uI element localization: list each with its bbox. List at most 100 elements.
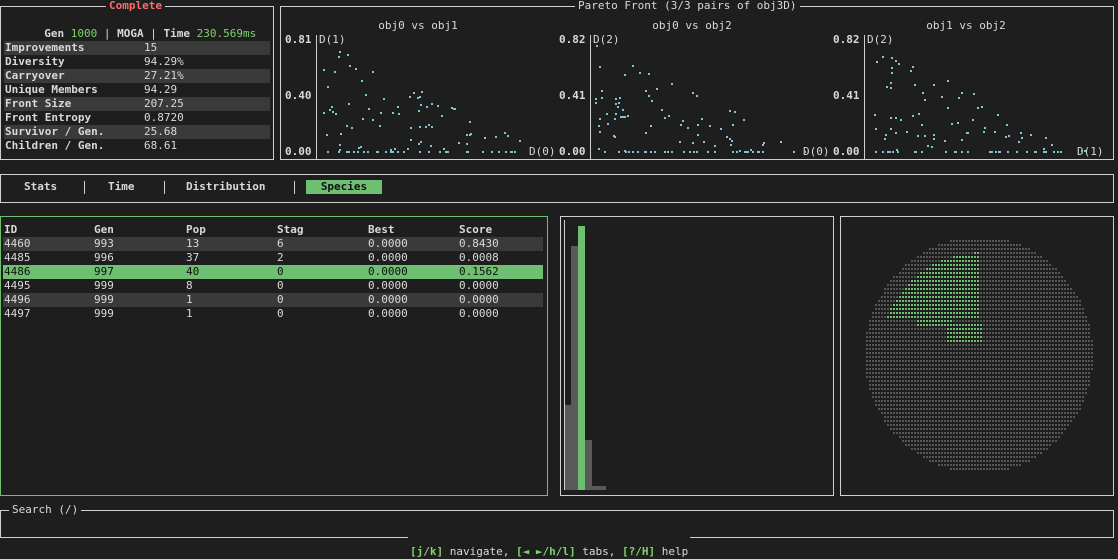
population-cell (1076, 384, 1078, 386)
population-cell (890, 428, 892, 430)
pareto-point (498, 151, 501, 153)
population-cell (992, 372, 994, 374)
population-cell (1040, 332, 1042, 334)
population-cell (896, 300, 898, 302)
population-cell (884, 396, 886, 398)
population-cell (965, 320, 967, 322)
population-cell (1004, 464, 1006, 466)
population-cell (1022, 332, 1024, 334)
population-cell (965, 356, 967, 358)
population-cell (935, 312, 937, 314)
column-header-pop[interactable]: Pop (186, 223, 206, 236)
population-cell (953, 260, 955, 262)
column-header-gen[interactable]: Gen (94, 223, 114, 236)
population-cell (932, 284, 934, 286)
population-cell (965, 340, 967, 342)
population-cell (1031, 296, 1033, 298)
population-cell (989, 392, 991, 394)
pareto-point (972, 119, 975, 122)
population-cell (917, 312, 919, 314)
population-cell (923, 456, 925, 458)
population-cell (941, 368, 943, 370)
population-cell (1049, 416, 1051, 418)
population-cell (926, 312, 928, 314)
population-cell (1004, 256, 1006, 258)
population-cell (1055, 328, 1057, 330)
population-cell (995, 300, 997, 302)
population-cell (1019, 336, 1021, 338)
population-cell (1034, 432, 1036, 434)
pareto-point (606, 113, 609, 115)
population-cell (1019, 460, 1021, 462)
population-cell (1028, 460, 1030, 462)
pareto-point (465, 151, 468, 153)
population-cell (1049, 440, 1051, 442)
population-cell (1034, 364, 1036, 366)
tab-species[interactable]: Species (306, 180, 382, 194)
population-cell (995, 268, 997, 270)
population-cell (878, 356, 880, 358)
population-cell (1013, 444, 1015, 446)
population-cell (1025, 288, 1027, 290)
population-cell (956, 412, 958, 414)
population-cell (1040, 288, 1042, 290)
population-cell (1016, 404, 1018, 406)
population-cell (920, 276, 922, 278)
population-cell (941, 408, 943, 410)
population-cell (1025, 420, 1027, 422)
table-cell: 6 (277, 237, 284, 250)
column-header-score[interactable]: Score (459, 223, 492, 236)
population-cell (1076, 344, 1078, 346)
population-cell (881, 396, 883, 398)
population-cell (974, 448, 976, 450)
pareto-point (905, 130, 908, 133)
column-header-best[interactable]: Best (368, 223, 395, 236)
table-row[interactable]: 4485 996 37 2 0.0000 0.0008 (3, 251, 543, 265)
pareto-point (607, 123, 610, 126)
population-cell (1034, 328, 1036, 330)
population-cell (971, 320, 973, 322)
population-cell (980, 348, 982, 350)
population-cell (1040, 388, 1042, 390)
pareto-point (612, 135, 615, 138)
help-text-tabs: tabs, (575, 545, 622, 558)
population-cell (1019, 412, 1021, 414)
population-cell (923, 332, 925, 334)
population-cell (1034, 420, 1036, 422)
population-cell (968, 260, 970, 262)
table-row[interactable]: 4460 993 13 6 0.0000 0.8430 (3, 237, 543, 251)
population-cell (923, 336, 925, 338)
table-row[interactable]: 4496 999 1 0 0.0000 0.0000 (3, 293, 543, 307)
population-cell (890, 296, 892, 298)
population-cell (980, 332, 982, 334)
population-cell (968, 436, 970, 438)
pareto-point (354, 67, 357, 70)
table-row[interactable]: 4486 997 40 0 0.0000 0.1562 (3, 265, 543, 279)
population-cell (1025, 292, 1027, 294)
column-header-id[interactable]: ID (4, 223, 17, 236)
help-key-tabs: [◄ ►/h/l] (515, 545, 576, 558)
population-cell (893, 356, 895, 358)
population-cell (923, 288, 925, 290)
population-cell (965, 388, 967, 390)
tab-stats[interactable]: Stats (24, 180, 57, 194)
population-cell (974, 444, 976, 446)
population-cell (899, 436, 901, 438)
population-cell (965, 276, 967, 278)
population-cell (929, 296, 931, 298)
tab-time[interactable]: Time (108, 180, 135, 194)
table-row[interactable]: 4497 999 1 0 0.0000 0.0000 (3, 307, 543, 321)
population-cell (953, 312, 955, 314)
population-cell (1016, 392, 1018, 394)
column-header-stag[interactable]: Stag (277, 223, 304, 236)
table-row[interactable]: 4495 999 8 0 0.0000 0.0000 (3, 279, 543, 293)
tab-distribution[interactable]: Distribution (186, 180, 265, 194)
population-cell (974, 268, 976, 270)
population-cell (980, 408, 982, 410)
pareto-point (1021, 136, 1024, 139)
population-cell (869, 388, 871, 390)
population-cell (980, 268, 982, 270)
population-cell (1052, 396, 1054, 398)
population-cell (1016, 444, 1018, 446)
population-cell (1019, 296, 1021, 298)
